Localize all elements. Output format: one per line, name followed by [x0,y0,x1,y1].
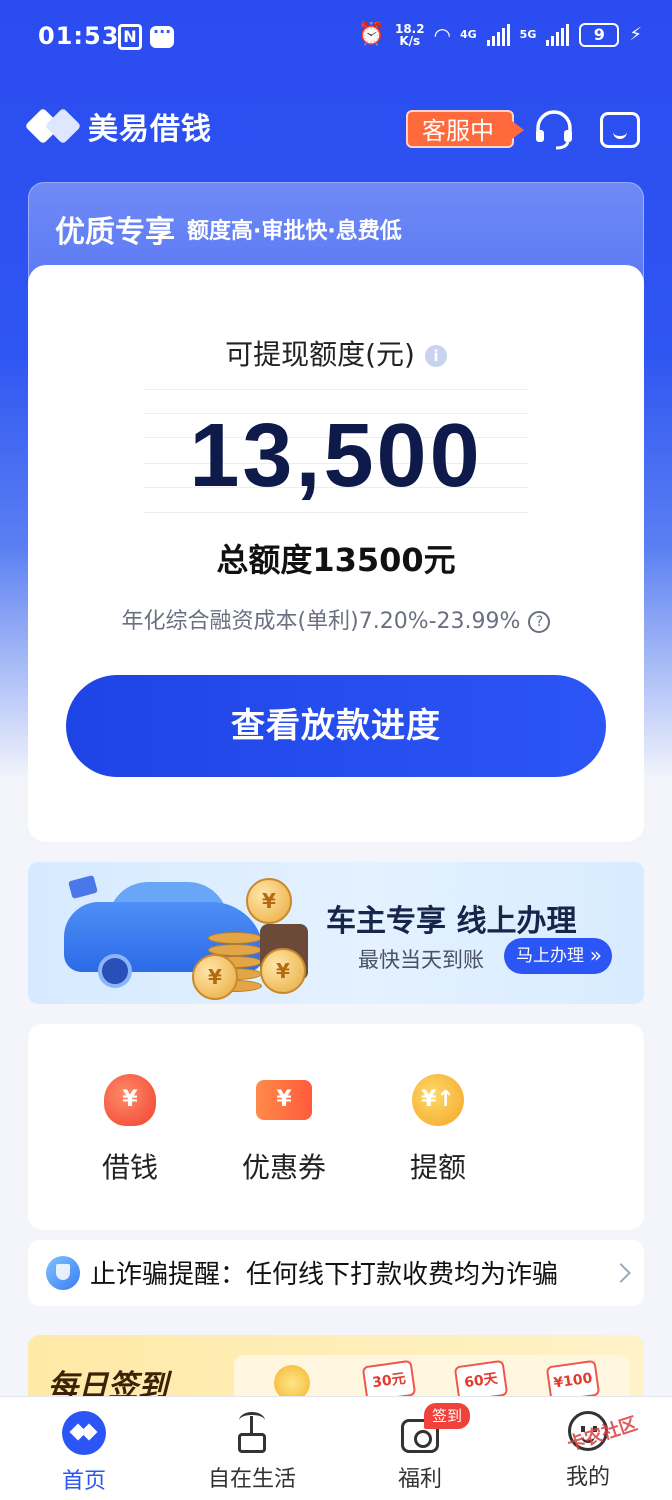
money-bag-icon: ¥ [104,1074,156,1126]
apply-now-button[interactable]: 马上办理 [504,937,612,974]
help-icon[interactable]: ? [528,611,551,633]
network-speed-unit: K/s [399,33,421,48]
signin-badge: 签到 [424,1403,471,1429]
wifi-icon: ◠ [434,22,450,47]
quick-entries: ¥ 借钱 ¥ 优惠券 ¥↑ 提额 [28,1024,644,1230]
nav-label: 福利 [397,1467,442,1492]
notice-text: 止诈骗提醒：任何线下打款收费均为诈骗 [90,1260,559,1290]
status-time: 01:53 [38,22,120,50]
network-speed: 18.2 K/s [395,23,425,47]
alarm-icon: ⏰ [357,22,385,47]
charging-icon: ⚡ [629,24,642,45]
message-center-icon[interactable] [600,112,640,148]
network-4g-label: 4G [459,28,477,41]
battery-icon: 9 [579,22,620,47]
quick-entry-raise-limit[interactable]: ¥↑ 提额 [368,1074,508,1186]
headset-icon[interactable] [532,110,576,150]
promo-subtitle: 额度高·审批快·息费低 [187,219,402,244]
nav-label: 首页 [61,1469,106,1494]
message-notification-icon [150,22,174,48]
info-icon[interactable]: i [424,345,447,367]
anti-fraud-notice[interactable]: 止诈骗提醒：任何线下打款收费均为诈骗 [28,1240,644,1306]
car-banner-subtitle: 最快当天到账 [358,948,484,972]
plant-icon [238,1412,266,1453]
available-limit-label: 可提现额度(元) i [28,333,644,373]
total-limit: 总额度13500元 [216,541,456,579]
customer-service-badge[interactable]: 客服中 [406,110,524,148]
coupon-icon: ¥ [256,1080,312,1120]
car-banner-title: 车主专享 线上办理 [326,904,577,939]
quick-entry-label: 提额 [409,1151,466,1184]
available-limit-text: 可提现额度(元) [225,338,415,371]
daily-signin-card[interactable]: 每日签到 30元 60天 ¥100 [28,1335,644,1405]
promo-title: 优质专享 [55,215,175,250]
nav-label: 自在生活 [207,1467,296,1492]
brand-name: 美易借钱 [88,112,212,147]
brand-logo: 美易借钱 [24,104,212,148]
signal-5g-icon [546,23,570,46]
status-bar: 01:53 N ⏰ 18.2 K/s ◠ 4G 5G 9 ⚡ [0,0,672,78]
quick-entry-coupon[interactable]: ¥ 优惠券 [214,1074,354,1186]
quick-entry-borrow[interactable]: ¥ 借钱 [60,1074,200,1186]
nav-label: 我的 [565,1465,610,1490]
nav-item-home[interactable]: 首页 [24,1411,144,1495]
home-icon [62,1411,106,1455]
car-owner-banner[interactable]: ¥ ¥ ¥ 车主专享 线上办理 最快当天到账 马上办理 [28,862,644,1004]
signal-4g-icon [486,23,510,46]
quick-entry-label: 优惠券 [241,1151,326,1184]
annual-rate: 年化综合融资成本(单利)7.20%-23.99%? [28,603,644,635]
network-5g-label: 5G [519,28,537,41]
available-amount: 13,500 [189,406,483,506]
credit-limit-card: 可提现额度(元) i 13,500 总额度13500元 年化综合融资成本(单利)7… [28,265,644,842]
annual-rate-text: 年化综合融资成本(单利)7.20%-23.99% [121,609,521,634]
raise-limit-icon: ¥↑ [412,1074,464,1126]
brand-mark-icon [24,107,82,145]
view-loan-progress-button[interactable]: 查看放款进度 [66,675,606,777]
quick-entry-label: 借钱 [101,1151,158,1184]
shield-icon [46,1256,80,1290]
nfc-icon: N [118,24,142,50]
chevron-right-icon [611,1263,631,1283]
nav-item-life[interactable]: 自在生活 [192,1411,312,1493]
